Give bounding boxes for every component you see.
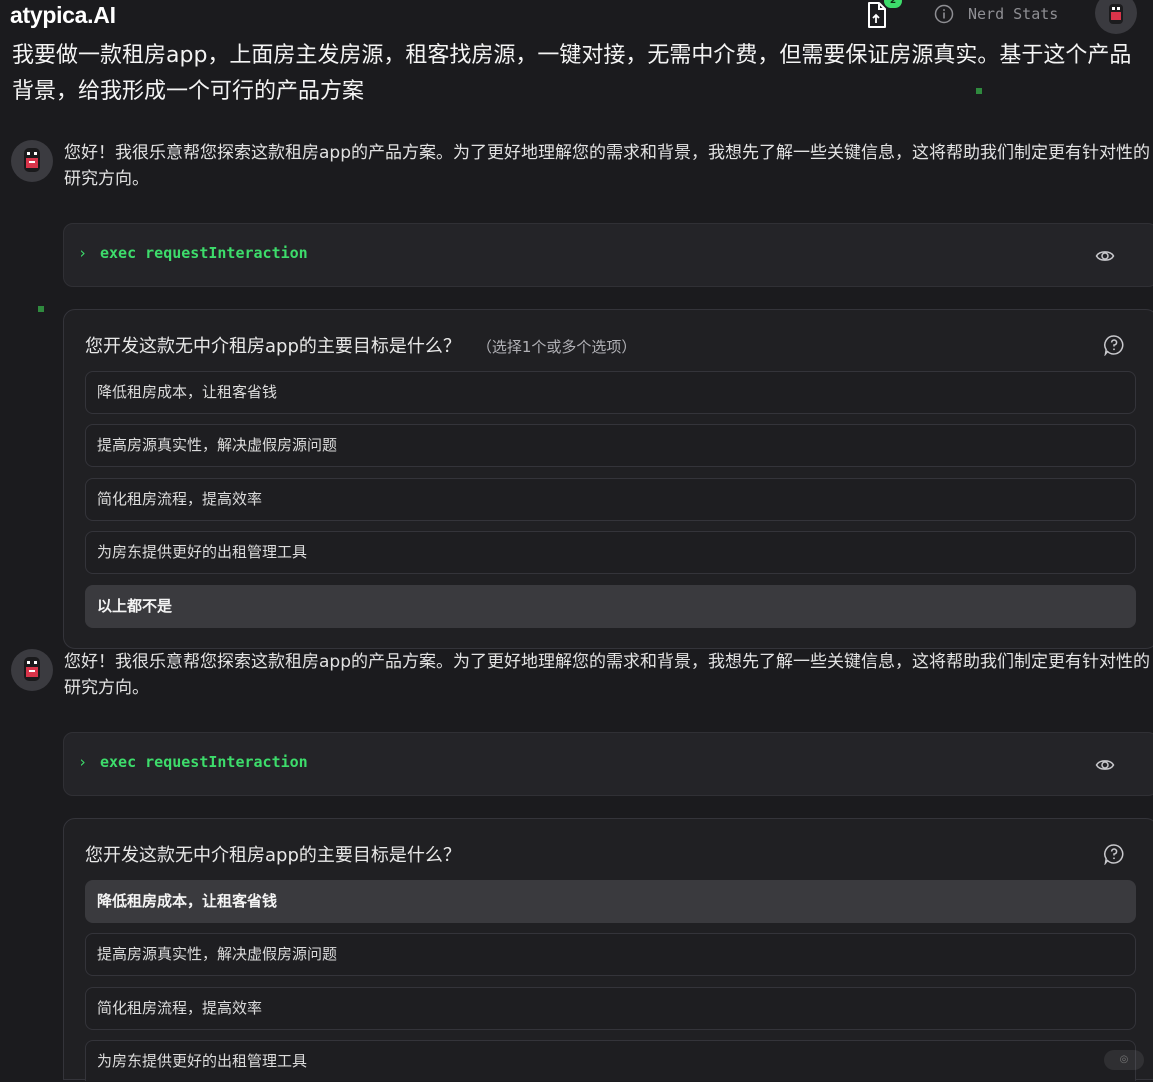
question-card: 您开发这款无中介租房app的主要目标是什么？ （选择1个或多个选项） 降低租房成本…	[63, 309, 1153, 649]
nerd-stats-button[interactable]: Nerd Stats	[968, 5, 1058, 23]
assistant-avatar	[11, 649, 53, 691]
question-card: 您开发这款无中介租房app的主要目标是什么？ 降低租房成本，让租客省钱 提高房源…	[63, 818, 1153, 1081]
option-item[interactable]: 简化租房流程，提高效率	[85, 987, 1136, 1030]
top-bar: atypica.AI 2 Nerd Stats	[0, 0, 1153, 36]
help-chat-icon[interactable]	[1103, 334, 1125, 356]
document-count-badge: 2	[884, 0, 902, 8]
option-item-selected[interactable]: 降低租房成本，让租客省钱	[85, 880, 1136, 923]
option-item[interactable]: 提高房源真实性，解决虚假房源问题	[85, 424, 1136, 467]
exec-tool-call[interactable]: › exec requestInteraction	[63, 732, 1153, 796]
exec-command-text: exec requestInteraction	[100, 244, 308, 262]
avatar-character-icon	[1109, 4, 1123, 24]
option-item[interactable]: 降低租房成本，让租客省钱	[85, 371, 1136, 414]
assistant-character-icon	[24, 657, 40, 681]
question-title: 您开发这款无中介租房app的主要目标是什么？ （选择1个或多个选项）	[85, 332, 636, 358]
app-logo[interactable]: atypica.AI	[10, 2, 116, 29]
watermark-logo: ◎	[1104, 1050, 1144, 1070]
option-item[interactable]: 为房东提供更好的出租管理工具	[85, 531, 1136, 574]
option-item-selected[interactable]: 以上都不是	[85, 585, 1136, 628]
question-text: 您开发这款无中介租房app的主要目标是什么？	[85, 336, 461, 357]
question-hint: （选择1个或多个选项）	[476, 338, 637, 356]
assistant-message-text: 您好！我很乐意帮您探索这款租房app的产品方案。为了更好地理解您的需求和背景，我…	[64, 652, 1150, 698]
info-icon[interactable]	[934, 4, 954, 24]
assistant-message-text: 您好！我很乐意帮您探索这款租房app的产品方案。为了更好地理解您的需求和背景，我…	[64, 143, 1150, 189]
eye-icon[interactable]	[1095, 246, 1115, 266]
question-title: 您开发这款无中介租房app的主要目标是什么？	[85, 841, 461, 867]
option-item[interactable]: 为房东提供更好的出租管理工具	[85, 1040, 1136, 1081]
question-text: 您开发这款无中介租房app的主要目标是什么？	[85, 845, 461, 866]
exec-command-text: exec requestInteraction	[100, 753, 308, 771]
eye-icon[interactable]	[1095, 755, 1115, 775]
chevron-right-icon[interactable]: ›	[78, 753, 87, 771]
decorative-dot	[38, 306, 44, 312]
chevron-right-icon[interactable]: ›	[78, 244, 87, 262]
option-item[interactable]: 提高房源真实性，解决虚假房源问题	[85, 933, 1136, 976]
exec-tool-call[interactable]: › exec requestInteraction	[63, 223, 1153, 287]
decorative-dot	[976, 88, 982, 94]
assistant-character-icon	[24, 148, 40, 172]
user-avatar[interactable]	[1095, 0, 1137, 34]
assistant-avatar	[11, 140, 53, 182]
user-question: 我要做一款租房app，上面房主发房源，租客找房源，一键对接，无需中介费，但需要保…	[12, 43, 1132, 104]
option-item[interactable]: 简化租房流程，提高效率	[85, 478, 1136, 521]
help-chat-icon[interactable]	[1103, 843, 1125, 865]
